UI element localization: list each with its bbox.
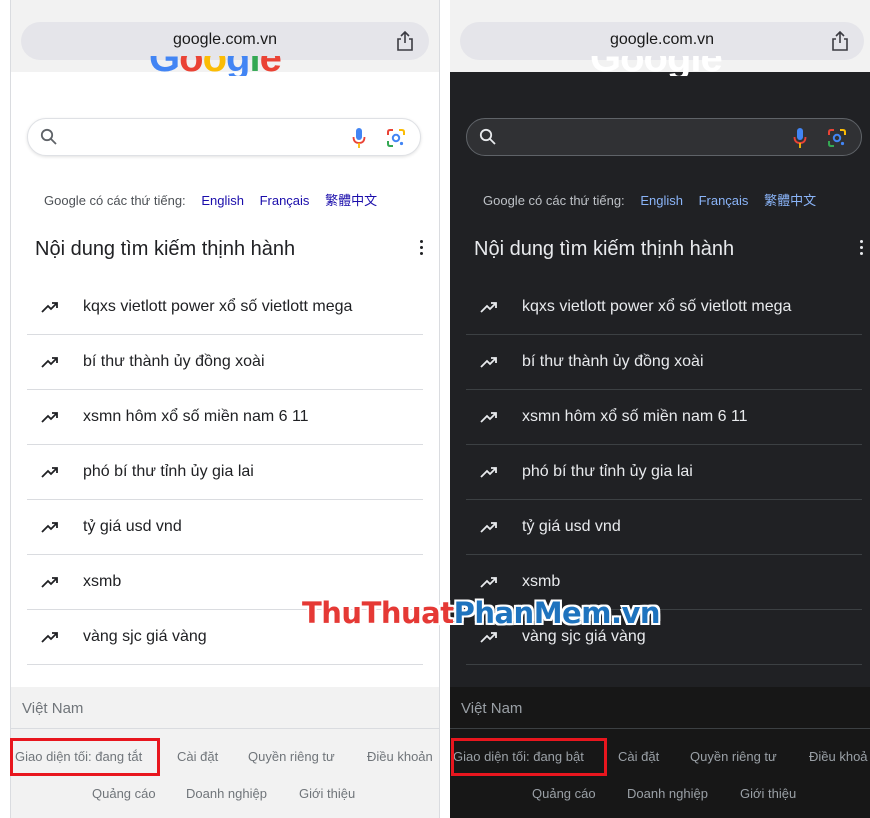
microphone-icon[interactable] <box>352 127 366 149</box>
trend-item[interactable]: tỷ giá usd vnd <box>27 500 423 555</box>
trending-up-icon <box>480 577 497 588</box>
trend-item[interactable]: tỷ giá usd vnd <box>466 500 862 555</box>
search-input[interactable] <box>27 118 421 156</box>
panel-gap <box>440 0 450 818</box>
google-logo: Google <box>149 56 281 76</box>
lang-link-english[interactable]: English <box>640 193 683 208</box>
trending-up-icon <box>41 357 58 368</box>
trend-text[interactable]: xsmn hôm xổ số miền nam 6 11 <box>83 408 309 426</box>
advertising-link[interactable]: Quảng cáo <box>532 786 596 801</box>
about-link[interactable]: Giới thiệu <box>299 786 355 801</box>
trend-text[interactable]: phó bí thư tỉnh ủy gia lai <box>83 463 254 481</box>
share-icon[interactable] <box>830 30 850 52</box>
more-options-icon[interactable] <box>860 240 864 258</box>
trend-text[interactable]: phó bí thư tỉnh ủy gia lai <box>522 463 693 481</box>
language-offer: Google có các thứ tiếng: English Françai… <box>44 190 377 209</box>
trend-item[interactable]: kqxs vietlott power xổ số vietlott mega <box>27 280 423 335</box>
privacy-link[interactable]: Quyền riêng tư <box>248 749 335 764</box>
search-icon <box>40 128 57 145</box>
trend-text[interactable]: kqxs vietlott power xổ số vietlott mega <box>83 298 352 316</box>
country-label: Việt Nam <box>461 700 523 717</box>
trend-item[interactable]: kqxs vietlott power xổ số vietlott mega <box>466 280 862 335</box>
light-mode-panel: google.com.vn Google Google có các <box>10 0 440 818</box>
trend-text[interactable]: kqxs vietlott power xổ số vietlott mega <box>522 298 791 316</box>
trend-text[interactable]: xsmn hôm xổ số miền nam 6 11 <box>522 408 748 426</box>
address-bar[interactable]: google.com.vn <box>460 22 864 60</box>
lang-link-french[interactable]: Français <box>699 193 749 208</box>
trending-up-icon <box>480 632 497 643</box>
terms-link[interactable]: Điều khoả <box>809 749 868 764</box>
trending-up-icon <box>480 467 497 478</box>
business-link[interactable]: Doanh nghiệp <box>186 786 267 801</box>
lang-link-french[interactable]: Français <box>260 193 310 208</box>
microphone-icon[interactable] <box>793 127 807 149</box>
trend-text[interactable]: vàng sjc giá vàng <box>522 628 646 646</box>
trend-text[interactable]: tỷ giá usd vnd <box>522 518 621 536</box>
privacy-link[interactable]: Quyền riêng tư <box>690 749 777 764</box>
business-link[interactable]: Doanh nghiệp <box>627 786 708 801</box>
trend-item[interactable]: bí thư thành ủy đồng xoài <box>466 335 862 390</box>
trending-up-icon <box>480 302 497 313</box>
trending-up-icon <box>480 522 497 533</box>
more-options-icon[interactable] <box>420 240 424 258</box>
trending-title: Nội dung tìm kiếm thịnh hành <box>35 238 296 260</box>
trend-text[interactable]: tỷ giá usd vnd <box>83 518 182 536</box>
trending-up-icon <box>41 302 58 313</box>
url-text[interactable]: google.com.vn <box>460 31 864 49</box>
lang-link-english[interactable]: English <box>201 193 244 208</box>
terms-link[interactable]: Điều khoản <box>367 749 433 764</box>
highlight-box-off <box>10 738 160 776</box>
trend-text[interactable]: bí thư thành ủy đồng xoài <box>522 353 704 371</box>
google-lens-icon[interactable] <box>827 128 847 148</box>
trend-item[interactable]: xsmn hôm xổ số miền nam 6 11 <box>27 390 423 445</box>
trending-up-icon <box>480 357 497 368</box>
language-prefix: Google có các thứ tiếng: <box>44 193 186 208</box>
dark-mode-panel: google.com.vn Google Google có các <box>450 0 870 818</box>
address-bar[interactable]: google.com.vn <box>21 22 429 60</box>
advertising-link[interactable]: Quảng cáo <box>92 786 156 801</box>
settings-link[interactable]: Cài đặt <box>618 749 659 764</box>
watermark-logo: ThuThuatPhanMem.vn <box>302 596 661 630</box>
trending-up-icon <box>41 522 58 533</box>
trending-up-icon <box>41 632 58 643</box>
trending-up-icon <box>480 412 497 423</box>
trend-text[interactable]: vàng sjc giá vàng <box>83 628 207 646</box>
settings-link[interactable]: Cài đặt <box>177 749 218 764</box>
trending-up-icon <box>41 412 58 423</box>
share-icon[interactable] <box>395 30 415 52</box>
trending-up-icon <box>41 577 58 588</box>
trend-item[interactable]: xsmn hôm xổ số miền nam 6 11 <box>466 390 862 445</box>
footer-divider <box>11 728 439 729</box>
country-label: Việt Nam <box>22 700 84 717</box>
search-input[interactable] <box>466 118 862 156</box>
trending-up-icon <box>41 467 58 478</box>
footer-divider <box>450 728 870 729</box>
about-link[interactable]: Giới thiệu <box>740 786 796 801</box>
trend-item[interactable]: bí thư thành ủy đồng xoài <box>27 335 423 390</box>
lang-link-chinese[interactable]: 繁體中文 <box>325 193 377 208</box>
language-offer: Google có các thứ tiếng: English Françai… <box>483 190 816 209</box>
trend-text[interactable]: xsmb <box>522 573 560 591</box>
trend-text[interactable]: xsmb <box>83 573 121 591</box>
trend-item[interactable]: phó bí thư tỉnh ủy gia lai <box>466 445 862 500</box>
google-lens-icon[interactable] <box>386 128 406 148</box>
trending-title: Nội dung tìm kiếm thịnh hành <box>474 238 735 260</box>
highlight-box-on <box>451 738 607 776</box>
search-icon <box>479 128 496 145</box>
language-prefix: Google có các thứ tiếng: <box>483 193 625 208</box>
trend-item[interactable]: phó bí thư tỉnh ủy gia lai <box>27 445 423 500</box>
url-text[interactable]: google.com.vn <box>21 31 429 49</box>
trend-text[interactable]: bí thư thành ủy đồng xoài <box>83 353 265 371</box>
lang-link-chinese[interactable]: 繁體中文 <box>764 193 816 208</box>
google-logo: Google <box>590 56 722 76</box>
